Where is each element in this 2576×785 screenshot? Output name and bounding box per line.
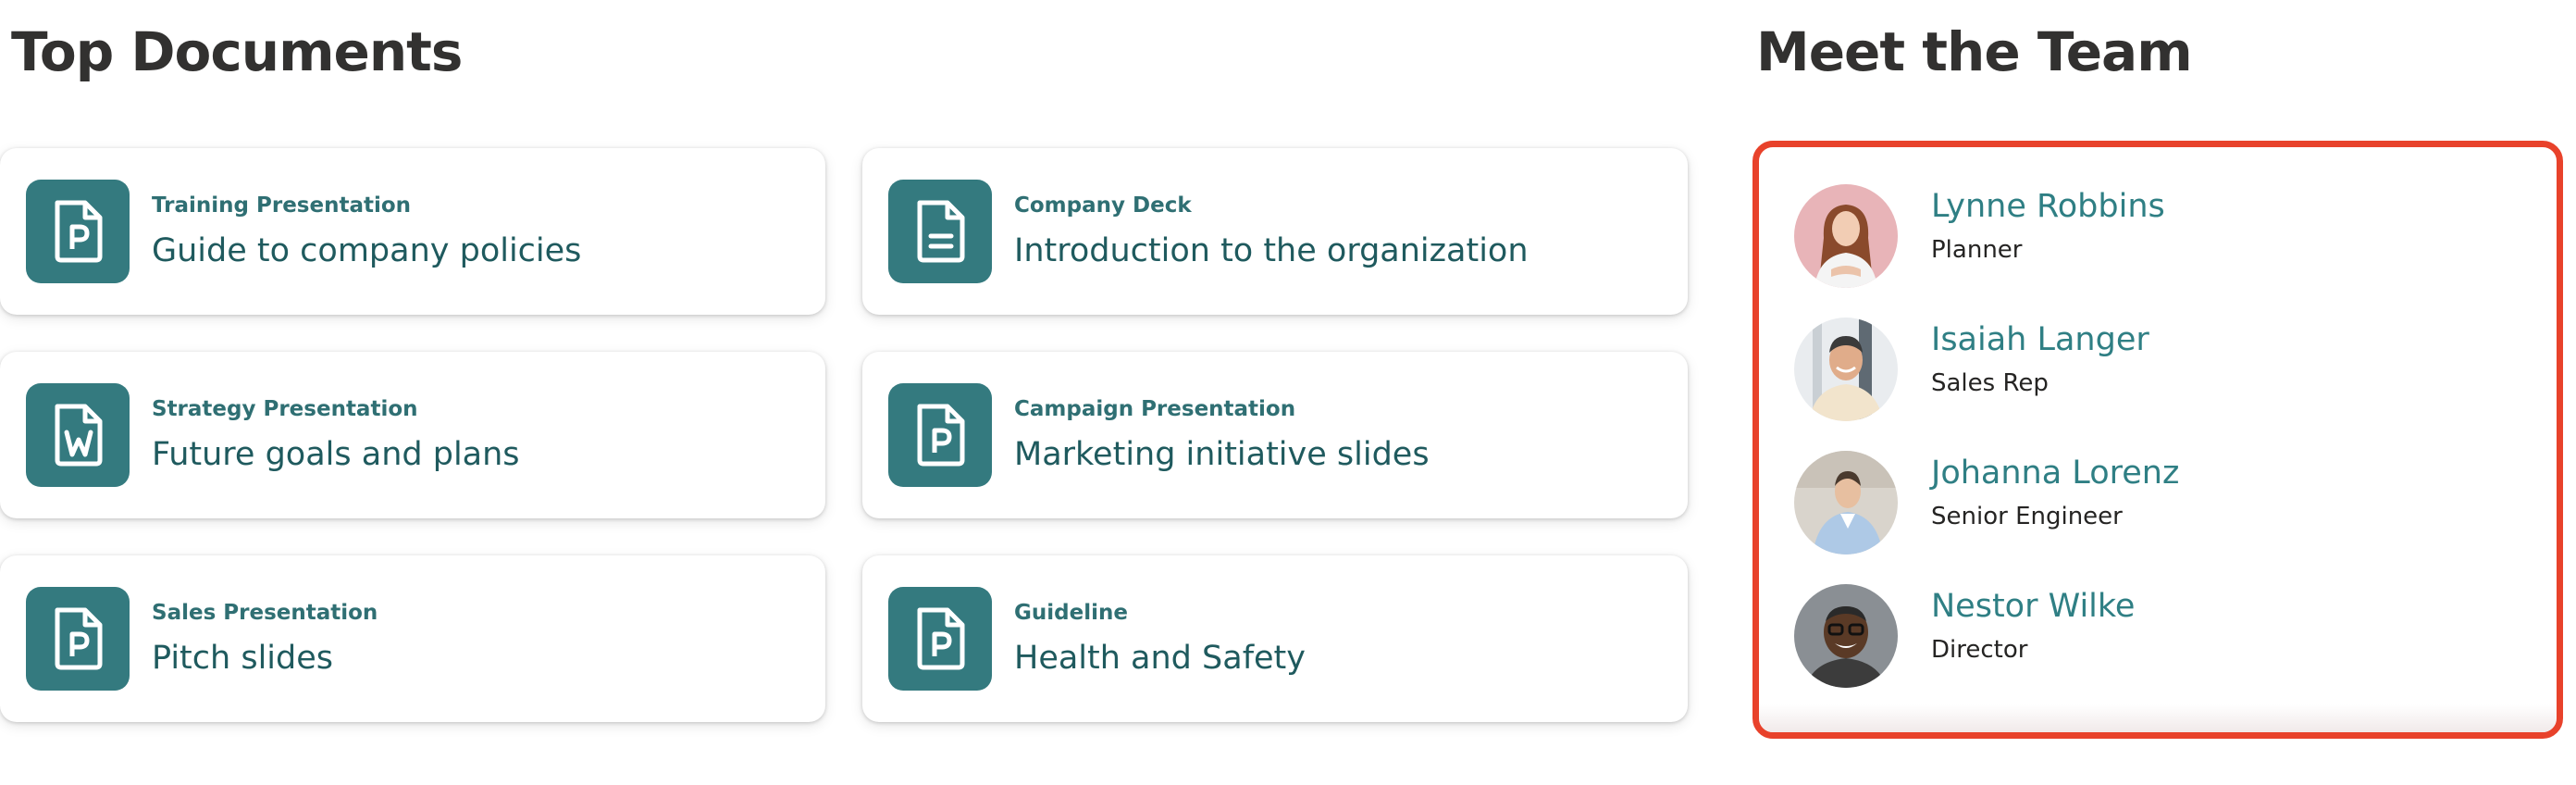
team-list: Lynne Robbins Planner Isaiah Langer Sale… [1794, 184, 2557, 717]
team-member-johanna-lorenz[interactable]: Johanna Lorenz Senior Engineer [1794, 451, 2557, 584]
meet-the-team-title: Meet the Team [1756, 20, 2193, 83]
document-card-sales-presentation[interactable]: Sales Presentation Pitch slides [0, 555, 825, 722]
document-description: Introduction to the organization [1014, 232, 1529, 269]
member-name: Lynne Robbins [1931, 188, 2165, 225]
document-description: Marketing initiative slides [1014, 436, 1430, 473]
document-description: Guide to company policies [152, 232, 582, 269]
document-card-strategy-presentation[interactable]: Strategy Presentation Future goals and p… [0, 352, 825, 518]
document-card-campaign-presentation[interactable]: Campaign Presentation Marketing initiati… [862, 352, 1688, 518]
member-role: Sales Rep [1931, 369, 2049, 397]
document-card-training-presentation[interactable]: Training Presentation Guide to company p… [0, 148, 825, 315]
documents-grid: Training Presentation Guide to company p… [0, 148, 1690, 722]
powerpoint-file-icon [26, 180, 130, 283]
avatar [1794, 318, 1898, 421]
avatar [1794, 584, 1898, 688]
powerpoint-file-icon [888, 587, 992, 691]
team-member-isaiah-langer[interactable]: Isaiah Langer Sales Rep [1794, 318, 2557, 451]
document-type: Sales Presentation [152, 601, 378, 625]
member-name: Johanna Lorenz [1931, 455, 2180, 492]
team-member-lynne-robbins[interactable]: Lynne Robbins Planner [1794, 184, 2557, 318]
team-panel[interactable]: Lynne Robbins Planner Isaiah Langer Sale… [1752, 141, 2563, 739]
document-description: Pitch slides [152, 640, 334, 677]
document-description: Future goals and plans [152, 436, 520, 473]
member-name: Isaiah Langer [1931, 321, 2149, 358]
avatar [1794, 184, 1898, 288]
powerpoint-file-icon [26, 587, 130, 691]
document-card-guideline[interactable]: Guideline Health and Safety [862, 555, 1688, 722]
document-description: Health and Safety [1014, 640, 1306, 677]
member-role: Senior Engineer [1931, 503, 2123, 530]
document-type: Strategy Presentation [152, 397, 418, 421]
document-type: Company Deck [1014, 193, 1192, 218]
document-type: Guideline [1014, 601, 1128, 625]
avatar [1794, 451, 1898, 554]
page: Top Documents Training Presentation Guid… [0, 0, 2576, 785]
member-name: Nestor Wilke [1931, 588, 2136, 625]
document-card-company-deck[interactable]: Company Deck Introduction to the organiz… [862, 148, 1688, 315]
document-type: Campaign Presentation [1014, 397, 1296, 421]
member-role: Planner [1931, 236, 2023, 264]
document-file-icon [888, 180, 992, 283]
top-documents-title: Top Documents [11, 20, 463, 83]
scroll-fade [1759, 704, 2557, 732]
team-member-nestor-wilke[interactable]: Nestor Wilke Director [1794, 584, 2557, 717]
powerpoint-file-icon [888, 383, 992, 487]
word-file-icon [26, 383, 130, 487]
member-role: Director [1931, 636, 2028, 664]
document-type: Training Presentation [152, 193, 412, 218]
